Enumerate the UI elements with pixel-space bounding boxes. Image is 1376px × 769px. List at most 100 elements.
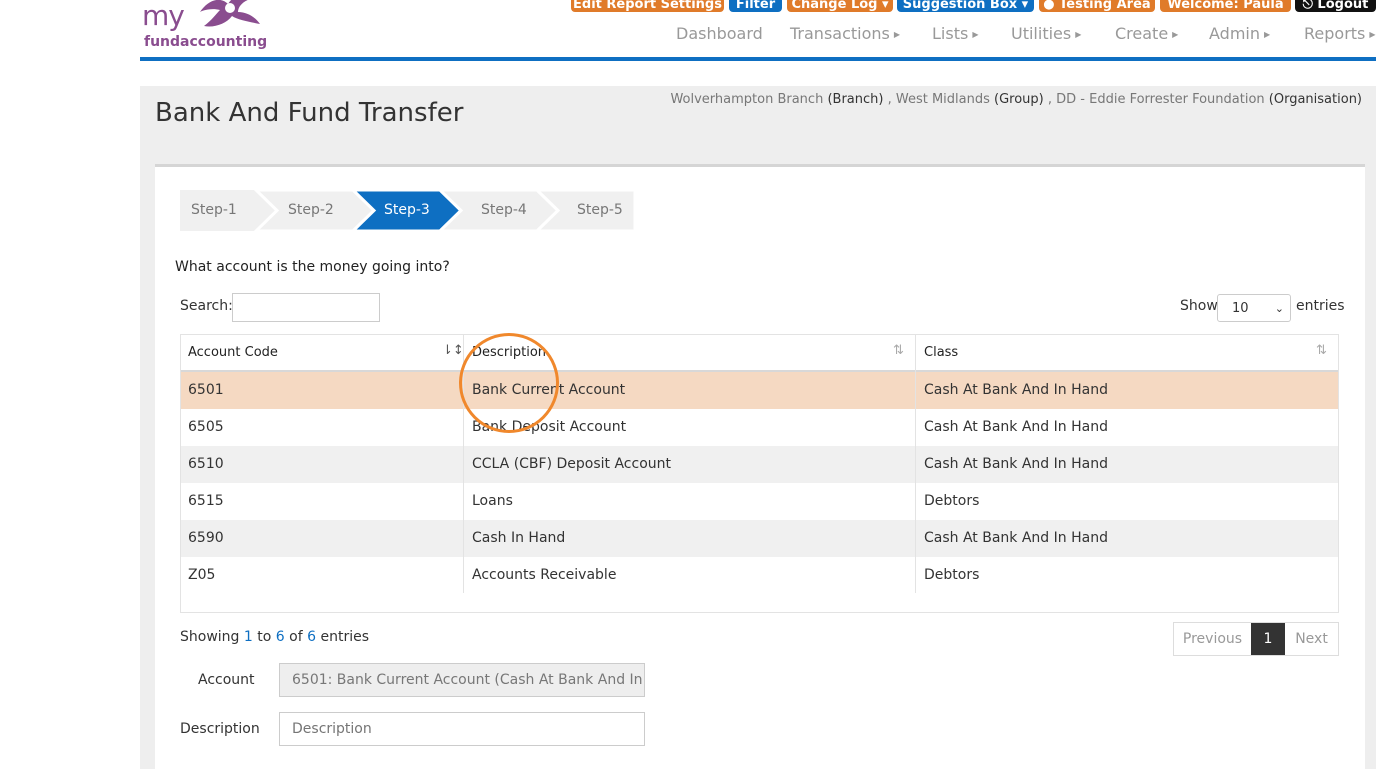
nav-admin[interactable]: Admin ▶: [1209, 24, 1270, 43]
cell-account-code: 6505: [188, 419, 224, 435]
nav-lists-label: Lists: [932, 24, 969, 43]
caret-right-icon: ▶: [972, 30, 979, 39]
account-label: Account: [198, 672, 255, 688]
organisation-type: (Organisation): [1268, 92, 1362, 107]
table-row[interactable]: 6515 Loans Debtors: [181, 483, 1338, 520]
branch-name: Wolverhampton Branch: [670, 92, 824, 107]
caret-right-icon: ▶: [1075, 30, 1082, 39]
nav-transactions[interactable]: Transactions ▶: [790, 24, 900, 43]
cell-account-code: 6501: [188, 382, 224, 398]
nav-create[interactable]: Create ▶: [1115, 24, 1178, 43]
branch-type: (Branch): [827, 92, 884, 107]
nav-reports-label: Reports: [1304, 24, 1366, 43]
previous-page-button[interactable]: Previous: [1174, 623, 1252, 655]
cell-class: Cash At Bank And In Hand: [924, 456, 1108, 472]
search-input[interactable]: [232, 293, 380, 322]
cell-class: Cash At Bank And In Hand: [924, 530, 1108, 546]
edit-report-settings-button[interactable]: Edit Report Settings: [571, 0, 724, 12]
separator: ,: [883, 92, 896, 107]
info-end: 6: [275, 629, 285, 645]
cell-class: Debtors: [924, 567, 980, 583]
organisation-name: DD - Eddie Forrester Foundation: [1056, 92, 1265, 107]
step-4-label: Step-4: [481, 202, 527, 218]
step-3-label: Step-3: [384, 202, 430, 218]
logo-text-sub: fundaccounting: [144, 34, 268, 50]
sort-both-icon[interactable]: ⇅: [893, 343, 904, 358]
info-of: of: [284, 629, 308, 645]
step-2-label: Step-2: [288, 202, 334, 218]
sort-ascending-icon[interactable]: ⇂↕: [442, 343, 464, 358]
nav-dashboard[interactable]: Dashboard: [676, 24, 763, 43]
logo-star-icon: [200, 0, 260, 27]
question-text: What account is the money going into?: [175, 259, 450, 275]
nav-dashboard-label: Dashboard: [676, 24, 763, 43]
nav-reports[interactable]: Reports ▶: [1304, 24, 1376, 43]
column-header-account-code[interactable]: Account Code: [188, 335, 278, 370]
click-highlight-circle: [459, 333, 559, 433]
caret-right-icon: ▶: [893, 30, 901, 39]
column-divider: [915, 335, 916, 593]
account-field[interactable]: 6501: Bank Current Account (Cash At Bank…: [279, 663, 645, 697]
step-5-label: Step-5: [577, 202, 623, 218]
cell-class: Debtors: [924, 493, 980, 509]
table-row[interactable]: 6505 Bank Deposit Account Cash At Bank A…: [181, 409, 1338, 446]
change-log-button[interactable]: Change Log ▾: [787, 0, 893, 12]
welcome-user-button[interactable]: Welcome: Paula: [1160, 0, 1291, 12]
separator: ,: [1043, 92, 1057, 107]
nav-lists[interactable]: Lists ▶: [932, 24, 978, 43]
page-title: Bank And Fund Transfer: [155, 98, 464, 128]
nav-create-label: Create: [1115, 24, 1169, 43]
info-prefix: Showing: [180, 629, 244, 645]
caret-right-icon: ▶: [1369, 30, 1376, 39]
page-1-button[interactable]: 1: [1251, 623, 1285, 655]
cell-description: Cash In Hand: [472, 530, 566, 546]
logo[interactable]: my fundaccounting: [142, 0, 267, 52]
table-row[interactable]: 6590 Cash In Hand Cash At Bank And In Ha…: [181, 520, 1338, 557]
info-start: 1: [243, 629, 253, 645]
logo-text-my: my: [142, 0, 185, 32]
page-header: Bank And Fund Transfer Wolverhampton Bra…: [140, 86, 1376, 161]
table-row[interactable]: Z05 Accounts Receivable Debtors: [181, 557, 1338, 594]
nav-utilities[interactable]: Utilities ▶: [1011, 24, 1081, 43]
cell-account-code: Z05: [188, 567, 216, 583]
cell-class: Cash At Bank And In Hand: [924, 419, 1108, 435]
table-row-selected[interactable]: 6501 Bank Current Account Cash At Bank A…: [181, 372, 1338, 409]
testing-area-button[interactable]: ● Testing Area: [1039, 0, 1155, 12]
sort-both-icon[interactable]: ⇅: [1316, 343, 1327, 358]
pagination: Previous 1 Next: [1173, 622, 1339, 656]
info-total: 6: [307, 629, 317, 645]
next-page-button[interactable]: Next: [1285, 623, 1338, 655]
nav-admin-label: Admin: [1209, 24, 1260, 43]
info-suffix: entries: [316, 629, 369, 645]
suggestion-box-button[interactable]: Suggestion Box ▾: [897, 0, 1034, 12]
cell-account-code: 6590: [188, 530, 224, 546]
group-type: (Group): [994, 92, 1044, 107]
cell-description: Accounts Receivable: [472, 567, 617, 583]
column-header-class[interactable]: Class: [924, 335, 958, 370]
search-label: Search:: [180, 298, 233, 314]
table-info: Showing 1 to 6 of 6 entries: [180, 629, 369, 645]
organisation-context: Wolverhampton Branch (Branch) , West Mid…: [670, 92, 1362, 107]
caret-right-icon: ▶: [1172, 30, 1179, 39]
logout-button[interactable]: ⎋ Logout: [1295, 0, 1376, 12]
cell-account-code: 6515: [188, 493, 224, 509]
nav-utilities-label: Utilities: [1011, 24, 1072, 43]
table-row[interactable]: 6510 CCLA (CBF) Deposit Account Cash At …: [181, 446, 1338, 483]
entries-label: entries: [1296, 298, 1345, 314]
cell-description: CCLA (CBF) Deposit Account: [472, 456, 672, 472]
show-label: Show: [1180, 298, 1218, 314]
header-divider: [140, 57, 1376, 61]
step-1-label: Step-1: [191, 202, 237, 218]
caret-right-icon: ▶: [1264, 30, 1271, 39]
chevron-down-icon: ⌄: [1274, 302, 1284, 315]
cell-class: Cash At Bank And In Hand: [924, 382, 1108, 398]
description-input[interactable]: [279, 712, 645, 746]
cell-description: Loans: [472, 493, 513, 509]
cell-account-code: 6510: [188, 456, 224, 472]
group-name: West Midlands: [895, 92, 990, 107]
info-to: to: [252, 629, 276, 645]
entries-per-page-select[interactable]: 10 ⌄: [1217, 294, 1291, 322]
entries-per-page-value: 10: [1232, 301, 1249, 316]
description-label: Description: [180, 721, 260, 737]
filter-button[interactable]: Filter: [729, 0, 782, 12]
